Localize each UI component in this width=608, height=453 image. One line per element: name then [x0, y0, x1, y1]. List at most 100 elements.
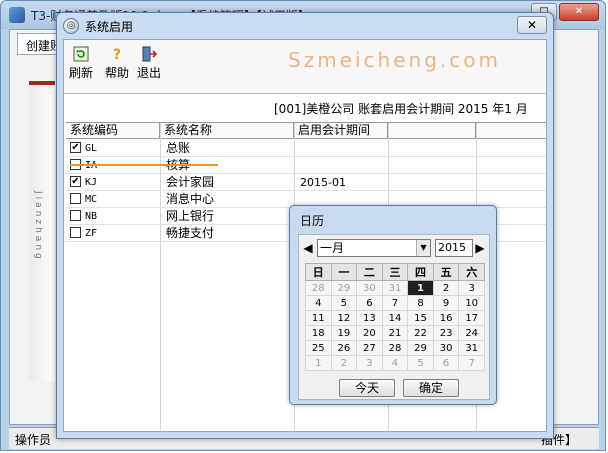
calendar-day[interactable]: 26: [330, 340, 358, 356]
calendar-day[interactable]: 28: [305, 280, 332, 296]
calendar-day[interactable]: 30: [432, 340, 460, 356]
calendar-popup: 日历 ◀ 一月 ▼ 2015 ▶ 日 一 二 三 四 五 六 28 29 30 …: [289, 205, 497, 405]
calendar-day[interactable]: 6: [432, 355, 460, 371]
calendar-day[interactable]: 24: [458, 325, 485, 341]
column-header-name[interactable]: 系统名称: [160, 123, 294, 139]
calendar-day[interactable]: 2: [330, 355, 358, 371]
toolbar: 刷新 ? 帮助 退出 Szmeicheng.com: [64, 40, 546, 94]
calendar-day[interactable]: 29: [330, 280, 358, 296]
weekday-label: 五: [432, 263, 460, 281]
year-input[interactable]: 2015: [435, 239, 473, 257]
calendar-day[interactable]: 16: [432, 310, 460, 326]
column-header-code[interactable]: 系统编码: [66, 123, 160, 139]
calendar-day[interactable]: 8: [407, 295, 434, 311]
exit-button[interactable]: 退出: [134, 46, 164, 81]
calendar-day[interactable]: 28: [381, 340, 409, 356]
main-close-button[interactable]: ✕: [559, 3, 599, 21]
side-banner-accent: [29, 81, 55, 85]
status-operator: 操作员: [15, 433, 52, 447]
calendar-day[interactable]: 20: [356, 325, 383, 341]
dialog-title: 系统启用: [85, 20, 134, 34]
calendar-day[interactable]: 15: [407, 310, 434, 326]
calendar-day[interactable]: 31: [381, 280, 409, 296]
calendar-day[interactable]: 11: [305, 310, 332, 326]
help-button[interactable]: ? 帮助: [102, 46, 132, 81]
app-logo-icon: [9, 7, 25, 23]
calendar-day[interactable]: 7: [458, 355, 485, 371]
calendar-day[interactable]: 10: [458, 295, 485, 311]
exit-icon: [142, 46, 157, 62]
calendar-day[interactable]: 29: [407, 340, 434, 356]
calendar-day[interactable]: 17: [458, 310, 485, 326]
calendar-day[interactable]: 25: [305, 340, 332, 356]
weekday-label: 日: [305, 263, 332, 281]
calendar-day[interactable]: 4: [381, 355, 409, 371]
table-row[interactable]: ✔ GL 总账: [66, 140, 546, 157]
table-row[interactable]: ✔ KJ 会计家园 2015-01: [66, 174, 546, 191]
calendar-day[interactable]: 21: [381, 325, 409, 341]
system-code-cell: ✔ GL: [70, 140, 158, 157]
watermark-text: Szmeicheng.com: [288, 48, 501, 72]
today-button[interactable]: 今天: [339, 379, 395, 397]
calendar-day[interactable]: 3: [356, 355, 383, 371]
month-select[interactable]: 一月 ▼: [317, 239, 431, 257]
calendar-day[interactable]: 1: [407, 280, 434, 296]
calendar-title: 日历: [300, 214, 325, 228]
dialog-close-button[interactable]: ✕: [517, 16, 547, 34]
calendar-week-row: 1234567: [305, 355, 485, 371]
system-code: ZF: [85, 228, 98, 239]
confirm-button[interactable]: 确定: [403, 379, 459, 397]
month-value: 一月: [320, 241, 345, 255]
next-month-arrow-icon[interactable]: ▶: [473, 240, 487, 256]
dialog-title-bar[interactable]: ◎ 系统启用 ✕: [57, 13, 553, 39]
enable-checkbox[interactable]: [70, 226, 81, 238]
system-name: 总账: [166, 141, 191, 155]
calendar-day[interactable]: 6: [356, 295, 383, 311]
refresh-button[interactable]: 刷新: [66, 46, 96, 81]
chevron-down-icon[interactable]: ▼: [416, 240, 430, 256]
enable-period: 2015-01: [300, 176, 346, 189]
calendar-day[interactable]: 9: [432, 295, 460, 311]
calendar-day[interactable]: 22: [407, 325, 434, 341]
calendar-day[interactable]: 30: [356, 280, 383, 296]
enable-period: [300, 140, 386, 157]
calendar-day[interactable]: 3: [458, 280, 485, 296]
column-header-period[interactable]: 启用会计期间: [294, 123, 388, 139]
calendar-day[interactable]: 18: [305, 325, 332, 341]
svg-text:?: ?: [113, 47, 121, 62]
calendar-week-row: 18 19 20 21 22 23 24: [305, 325, 485, 341]
enable-checkbox[interactable]: ✔: [70, 175, 81, 187]
calendar-day[interactable]: 23: [432, 325, 460, 341]
calendar-week-row: 25 26 27 28 29 30 31: [305, 340, 485, 356]
calendar-day[interactable]: 2: [432, 280, 460, 296]
calendar-day[interactable]: 14: [381, 310, 409, 326]
system-code: MC: [85, 194, 98, 205]
calendar-day[interactable]: 19: [330, 325, 358, 341]
help-icon: ?: [113, 47, 121, 62]
enable-checkbox[interactable]: [70, 209, 81, 221]
side-banner-text: Jianzhang: [33, 191, 43, 262]
system-code-cell: MC: [70, 191, 158, 208]
calendar-day[interactable]: 27: [356, 340, 383, 356]
calendar-day[interactable]: 31: [458, 340, 485, 356]
calendar-day[interactable]: 7: [381, 295, 409, 311]
calendar-day[interactable]: 1: [305, 355, 332, 371]
calendar-week-row: 4 5 6 7 8 9 10: [305, 295, 485, 311]
exit-label: 退出: [136, 66, 161, 80]
weekday-label: 一: [330, 263, 358, 281]
calendar-day[interactable]: 12: [330, 310, 358, 326]
side-banner: Jianzhang: [29, 81, 55, 381]
prev-month-arrow-icon[interactable]: ◀: [301, 240, 315, 256]
refresh-icon: [73, 46, 89, 62]
help-label: 帮助: [104, 66, 129, 80]
system-code-cell: ✔ KJ: [70, 174, 158, 191]
calendar-day[interactable]: 5: [407, 355, 434, 371]
enable-checkbox[interactable]: ✔: [70, 141, 81, 153]
table-header: 系统编码 系统名称 启用会计期间: [66, 123, 546, 139]
system-code: KJ: [85, 177, 98, 188]
enable-checkbox[interactable]: [70, 192, 81, 204]
calendar-day[interactable]: 5: [330, 295, 358, 311]
calendar-days: 28 29 30 31 1 2 3 4 5 6 7 8 9 10 11 12 13 14 15 16 17 18 19 20 2…: [305, 280, 485, 371]
calendar-day[interactable]: 13: [356, 310, 383, 326]
calendar-day[interactable]: 4: [305, 295, 332, 311]
